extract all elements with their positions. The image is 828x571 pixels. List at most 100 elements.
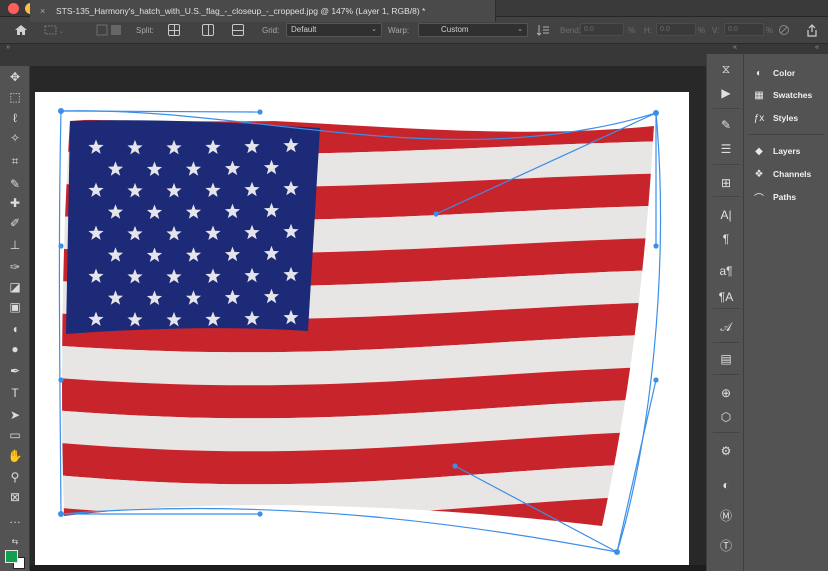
warp-control-point[interactable] xyxy=(653,243,659,249)
warp-anchor-point[interactable] xyxy=(58,511,64,517)
chevron-down-icon: ⌄ xyxy=(517,26,523,33)
v-field[interactable]: 0.0 xyxy=(724,23,764,36)
type-tool-icon[interactable]: T xyxy=(4,384,26,401)
panel-divider xyxy=(713,308,739,309)
panel-item-color[interactable]: ◐ Color xyxy=(752,65,795,81)
eyedropper-tool-icon[interactable]: ✎ xyxy=(4,175,26,192)
v-value: 0.0 xyxy=(728,26,738,33)
pen-tool-icon[interactable]: ✒ xyxy=(4,362,26,379)
3d-icon[interactable]: ⬡ xyxy=(713,408,739,426)
warp-control-point[interactable] xyxy=(257,109,263,115)
lasso-tool-icon[interactable]: ℓ xyxy=(4,109,26,126)
eraser-tool-icon[interactable]: ◪ xyxy=(4,278,26,295)
panel-item-styles[interactable]: ƒx Styles xyxy=(752,110,798,126)
document-tab[interactable]: × STS-135_Harmony's_hatch_with_U.S._flag… xyxy=(30,0,496,22)
v-percent: % xyxy=(766,25,774,35)
panel-divider xyxy=(713,108,739,109)
plugin-circle-icon[interactable]: ◐ xyxy=(713,476,739,494)
brush-tool-icon[interactable]: ✐ xyxy=(4,214,26,231)
notes-icon[interactable]: ▤ xyxy=(713,350,739,368)
warp-control-point[interactable] xyxy=(58,243,64,249)
crop-tool-icon[interactable]: ⌗ xyxy=(4,153,26,170)
actions-play-icon[interactable]: ▶ xyxy=(713,84,739,102)
dodge-tool-icon[interactable]: ● xyxy=(4,340,26,357)
warp-left-edge xyxy=(58,110,62,515)
spot-healing-tool-icon[interactable]: ✚ xyxy=(4,194,26,211)
foreground-color-swatch[interactable] xyxy=(5,550,18,563)
panel-item-swatches[interactable]: ▦ Swatches xyxy=(752,87,812,103)
gradient-tool-icon[interactable]: ▣ xyxy=(4,298,26,315)
grid-select-value: Default xyxy=(291,25,317,34)
zoom-tool-icon[interactable]: ⚲ xyxy=(4,468,26,485)
warp-anchor-point[interactable] xyxy=(653,110,659,116)
collapse-panels-icon[interactable]: « xyxy=(815,44,819,51)
marquee-tool-icon[interactable]: ⬚ xyxy=(4,88,26,105)
split-crosswise-button[interactable] xyxy=(168,22,180,38)
swap-colors-icon[interactable]: ⇆ xyxy=(4,533,26,550)
brush-settings-icon[interactable]: ✎ xyxy=(713,116,739,134)
canvas-area xyxy=(30,66,706,571)
warp-tool-preset[interactable]: ⌄ xyxy=(44,22,66,38)
path-selection-tool-icon[interactable]: ➤ xyxy=(4,406,26,423)
chevron-down-icon: ⌄ xyxy=(371,26,377,33)
history-icon[interactable]: ⧖ xyxy=(713,60,739,78)
warp-orientation-icon xyxy=(536,25,549,36)
collapse-toolbar-icon[interactable]: » xyxy=(6,44,10,51)
clone-stamp-tool-icon[interactable]: ⊥ xyxy=(4,236,26,253)
paths-icon: ⌒ xyxy=(754,193,764,205)
bend-percent: % xyxy=(628,25,636,35)
rectangle-tool-icon[interactable]: ▭ xyxy=(4,426,26,443)
panel-item-paths[interactable]: ⌒ Paths xyxy=(752,189,796,205)
panel-item-layers[interactable]: ◆ Layers xyxy=(752,143,800,159)
warp-anchor-point[interactable] xyxy=(614,549,620,555)
warp-label: Warp: xyxy=(388,25,410,35)
cancel-transform-button[interactable] xyxy=(778,22,790,38)
history-brush-tool-icon[interactable]: ✑ xyxy=(4,258,26,275)
h-field[interactable]: 0.0 xyxy=(656,23,696,36)
hand-tool-icon[interactable]: ✋ xyxy=(4,447,26,464)
plugin-tk-icon[interactable]: Ⓣ xyxy=(713,536,739,554)
bend-field[interactable]: 0.0 xyxy=(580,23,624,36)
photoshop-window: Adobe Photoshop 2020 ⌄ Split: Grid: Defa… xyxy=(0,0,828,571)
reference-point-toggle[interactable] xyxy=(96,22,130,38)
split-horizontal-button[interactable] xyxy=(232,22,244,38)
plugin-gear-icon[interactable]: ⚙ xyxy=(713,442,739,460)
adjustments-icon[interactable]: ☰ xyxy=(713,140,739,158)
color-icon: ◐ xyxy=(755,67,763,79)
split-vertical-button[interactable] xyxy=(202,22,214,38)
libraries-icon[interactable]: ⊕ xyxy=(713,384,739,402)
plugin-m-icon[interactable]: Ⓜ xyxy=(713,506,739,524)
warp-control-point[interactable] xyxy=(433,211,439,217)
paragraph-icon[interactable]: ¶ xyxy=(713,230,739,248)
v-label: V: xyxy=(712,25,720,35)
panel-item-channels[interactable]: ❖ Channels xyxy=(752,166,812,182)
warp-control-point[interactable] xyxy=(58,377,64,383)
blur-tool-icon[interactable]: ◖ xyxy=(4,320,26,337)
change-warp-orientation-button[interactable] xyxy=(536,22,550,38)
warp-control-point[interactable] xyxy=(257,511,263,517)
magic-wand-tool-icon[interactable]: ✧ xyxy=(4,129,26,146)
warped-flag-image[interactable] xyxy=(30,66,706,571)
warp-anchor-point[interactable] xyxy=(58,108,64,114)
grid-label: Grid: xyxy=(262,25,280,35)
warp-select[interactable]: Custom ⌄ xyxy=(418,23,528,37)
panel-divider xyxy=(713,164,739,165)
close-tab-icon[interactable]: × xyxy=(40,0,45,22)
home-button[interactable] xyxy=(14,22,28,38)
character-styles-icon[interactable]: a¶ xyxy=(713,262,739,280)
glyphs-icon[interactable]: 𝒜 xyxy=(713,318,739,336)
character-icon[interactable]: A| xyxy=(713,206,739,224)
grid-select[interactable]: Default ⌄ xyxy=(286,23,382,37)
bend-label: Bend: xyxy=(560,25,581,35)
home-icon xyxy=(15,25,27,35)
h-percent: % xyxy=(698,25,706,35)
collapse-dock-icon[interactable]: « xyxy=(733,44,737,51)
frame-tool-icon[interactable]: ⊠ xyxy=(4,488,26,505)
share-button[interactable] xyxy=(806,22,818,38)
move-tool-icon[interactable]: ✥ xyxy=(4,68,26,85)
warp-control-point[interactable] xyxy=(452,463,458,469)
more-tools-icon[interactable]: … xyxy=(4,510,26,527)
warp-control-point[interactable] xyxy=(653,377,659,383)
paragraph-styles-icon[interactable]: ¶A xyxy=(713,288,739,306)
properties-icon[interactable]: ⊞ xyxy=(713,174,739,192)
